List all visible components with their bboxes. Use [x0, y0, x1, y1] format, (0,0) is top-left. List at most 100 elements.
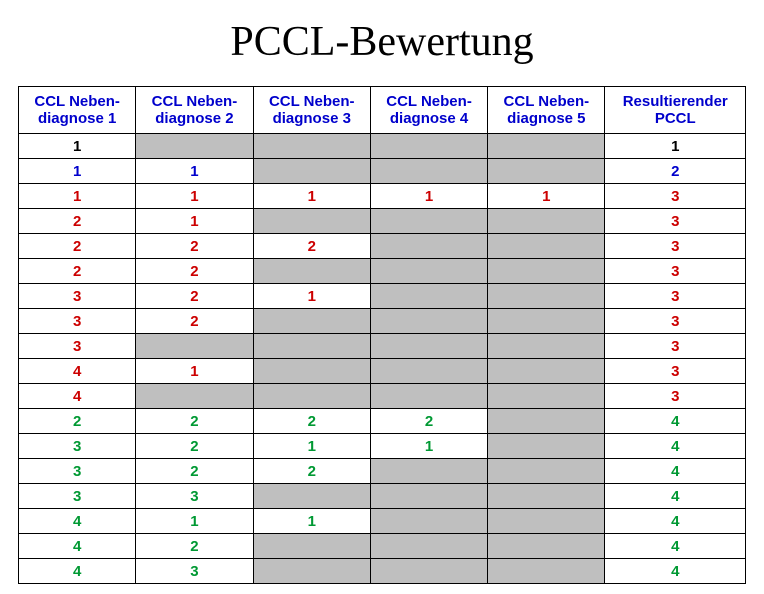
cell-diagnose-3: 1 [253, 434, 370, 459]
cell-diagnose-1: 3 [19, 484, 136, 509]
cell-diagnose-2: 2 [136, 459, 253, 484]
cell-diagnose-1: 4 [19, 559, 136, 584]
cell-diagnose-1: 2 [19, 234, 136, 259]
cell-diagnose-2: 2 [136, 234, 253, 259]
cell-diagnose-2: 3 [136, 484, 253, 509]
table-row: 424 [19, 534, 746, 559]
cell-result: 4 [605, 409, 746, 434]
col-header-2: CCL Neben-diagnose 2 [136, 87, 253, 134]
cell-diagnose-5 [488, 234, 605, 259]
cell-diagnose-3 [253, 559, 370, 584]
cell-diagnose-2: 2 [136, 434, 253, 459]
cell-diagnose-3 [253, 334, 370, 359]
cell-diagnose-4 [370, 159, 487, 184]
cell-diagnose-3: 2 [253, 234, 370, 259]
cell-diagnose-5 [488, 484, 605, 509]
cell-result: 3 [605, 384, 746, 409]
cell-diagnose-5 [488, 309, 605, 334]
cell-diagnose-2: 3 [136, 559, 253, 584]
cell-diagnose-2: 1 [136, 184, 253, 209]
cell-diagnose-4: 1 [370, 434, 487, 459]
cell-diagnose-4: 2 [370, 409, 487, 434]
cell-result: 2 [605, 159, 746, 184]
cell-diagnose-2: 2 [136, 284, 253, 309]
cell-diagnose-5: 1 [488, 184, 605, 209]
table-row: 3224 [19, 459, 746, 484]
cell-diagnose-5 [488, 459, 605, 484]
page-title: PCCL-Bewertung [18, 18, 746, 66]
cell-diagnose-4 [370, 384, 487, 409]
cell-diagnose-5 [488, 259, 605, 284]
cell-result: 4 [605, 509, 746, 534]
cell-diagnose-1: 2 [19, 259, 136, 284]
cell-diagnose-3 [253, 534, 370, 559]
cell-result: 3 [605, 284, 746, 309]
cell-diagnose-5 [488, 134, 605, 159]
cell-result: 3 [605, 359, 746, 384]
table-row: 4114 [19, 509, 746, 534]
cell-result: 4 [605, 534, 746, 559]
cell-diagnose-1: 3 [19, 334, 136, 359]
cell-result: 3 [605, 234, 746, 259]
pccl-table: CCL Neben-diagnose 1 CCL Neben-diagnose … [18, 86, 746, 584]
cell-diagnose-3 [253, 209, 370, 234]
cell-diagnose-1: 4 [19, 534, 136, 559]
cell-diagnose-3 [253, 134, 370, 159]
cell-result: 1 [605, 134, 746, 159]
cell-diagnose-1: 1 [19, 184, 136, 209]
cell-diagnose-1: 1 [19, 159, 136, 184]
cell-diagnose-2 [136, 134, 253, 159]
cell-diagnose-2: 2 [136, 259, 253, 284]
col-header-5: CCL Neben-diagnose 5 [488, 87, 605, 134]
table-row: 43 [19, 384, 746, 409]
table-row: 223 [19, 259, 746, 284]
cell-diagnose-1: 2 [19, 409, 136, 434]
cell-diagnose-5 [488, 359, 605, 384]
cell-diagnose-4 [370, 334, 487, 359]
table-row: 213 [19, 209, 746, 234]
cell-diagnose-2: 2 [136, 534, 253, 559]
cell-diagnose-4: 1 [370, 184, 487, 209]
table-row: 22224 [19, 409, 746, 434]
cell-result: 4 [605, 434, 746, 459]
cell-diagnose-4 [370, 509, 487, 534]
cell-diagnose-3 [253, 384, 370, 409]
cell-result: 4 [605, 484, 746, 509]
cell-diagnose-4 [370, 234, 487, 259]
cell-diagnose-5 [488, 409, 605, 434]
cell-diagnose-2: 1 [136, 359, 253, 384]
cell-diagnose-1: 3 [19, 434, 136, 459]
table-row: 2223 [19, 234, 746, 259]
cell-diagnose-1: 4 [19, 359, 136, 384]
col-header-result: ResultierenderPCCL [605, 87, 746, 134]
cell-diagnose-3 [253, 309, 370, 334]
cell-diagnose-4 [370, 559, 487, 584]
cell-diagnose-2: 2 [136, 409, 253, 434]
table-header-row: CCL Neben-diagnose 1 CCL Neben-diagnose … [19, 87, 746, 134]
cell-diagnose-3: 1 [253, 184, 370, 209]
cell-result: 4 [605, 459, 746, 484]
cell-diagnose-3: 2 [253, 409, 370, 434]
cell-diagnose-5 [488, 284, 605, 309]
cell-result: 3 [605, 334, 746, 359]
cell-diagnose-2: 1 [136, 209, 253, 234]
cell-diagnose-4 [370, 259, 487, 284]
cell-result: 4 [605, 559, 746, 584]
table-row: 112 [19, 159, 746, 184]
cell-diagnose-5 [488, 159, 605, 184]
cell-diagnose-4 [370, 284, 487, 309]
cell-diagnose-5 [488, 509, 605, 534]
cell-diagnose-4 [370, 309, 487, 334]
cell-diagnose-2 [136, 384, 253, 409]
cell-diagnose-5 [488, 559, 605, 584]
cell-diagnose-5 [488, 534, 605, 559]
cell-diagnose-2 [136, 334, 253, 359]
col-header-1: CCL Neben-diagnose 1 [19, 87, 136, 134]
cell-diagnose-2: 2 [136, 309, 253, 334]
cell-diagnose-1: 2 [19, 209, 136, 234]
table-row: 41 3 [19, 359, 746, 384]
table-row: 33 4 [19, 484, 746, 509]
table-row: 434 [19, 559, 746, 584]
cell-diagnose-4 [370, 359, 487, 384]
cell-diagnose-5 [488, 334, 605, 359]
